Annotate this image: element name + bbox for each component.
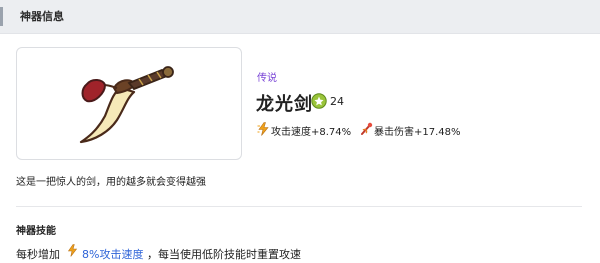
artifact-name: 龙光剑 <box>256 94 313 115</box>
artifact-image-card <box>16 47 242 160</box>
header-accent-bar <box>0 7 3 26</box>
section-title: 神器信息 <box>20 10 64 23</box>
section-header: 神器信息 <box>0 0 600 34</box>
level-badge-icon <box>311 93 327 109</box>
skills-title: 神器技能 <box>16 226 56 237</box>
skill-description: 每秒增加 8%攻击速度 ，每当使用低阶技能时重置攻速 <box>16 244 301 262</box>
skill-suffix: ，每当使用低阶技能时重置攻速 <box>146 248 301 261</box>
section-divider <box>16 206 582 207</box>
stat-label: 暴击伤害+17.48% <box>374 127 461 138</box>
artifact-level: 24 <box>330 95 344 108</box>
artifact-description: 这是一把惊人的剑，用的越多就会变得越强 <box>16 177 206 188</box>
rarity-label: 传说 <box>257 73 277 84</box>
speed-bolt-icon <box>257 122 269 136</box>
stat-label: 攻击速度+8.74% <box>271 127 352 138</box>
skill-prefix: 每秒增加 <box>16 248 60 261</box>
skill-highlight: 8%攻击速度 <box>82 248 144 261</box>
crit-damage-icon <box>361 122 373 135</box>
sword-icon <box>79 66 174 144</box>
speed-bolt-icon <box>67 244 77 257</box>
